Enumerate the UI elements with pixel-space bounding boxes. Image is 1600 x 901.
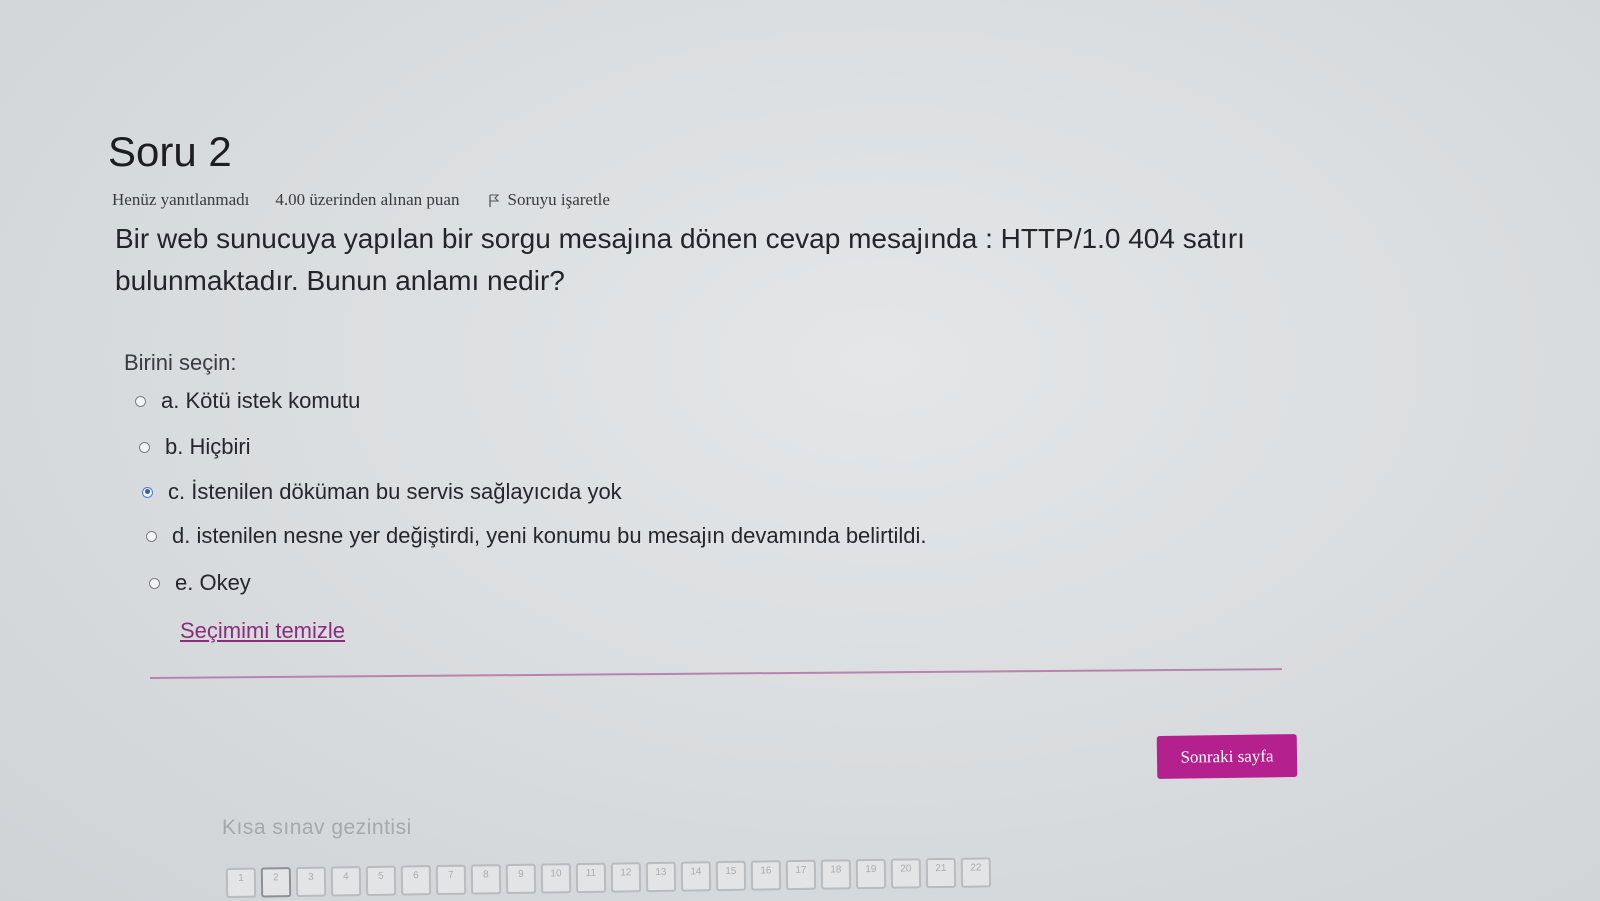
quiz-navigation-grid: 1 2 3 4 5 6 7 8 9 10 11 12 13 14 15 16 17 18 19 20 21 22: [225, 857, 992, 898]
divider: [149, 668, 1282, 679]
quiz-nav-button-17[interactable]: 17: [785, 859, 817, 891]
question-points: 4.00 üzerinden alınan puan: [275, 190, 460, 209]
answer-option-c[interactable]: c. İstenilen döküman bu servis sağlayıcı…: [142, 479, 622, 505]
quiz-nav-button-4[interactable]: 4: [330, 866, 362, 897]
quiz-nav-button-6[interactable]: 6: [400, 865, 432, 896]
answer-option-d[interactable]: d. istenilen nesne yer değiştirdi, yeni …: [146, 523, 927, 549]
radio-button[interactable]: [135, 395, 146, 407]
question-info: Henüz yanıtlanmadı 4.00 üzerinden alınan…: [112, 190, 610, 210]
quiz-nav-button-15[interactable]: 15: [715, 860, 747, 892]
quiz-nav-button-14[interactable]: 14: [680, 861, 712, 892]
quiz-navigation-title: Kısa sınav gezintisi: [222, 816, 412, 839]
flag-question-label: Soruyu işaretle: [507, 190, 610, 209]
clear-selection-link[interactable]: Seçimimi temizle: [180, 618, 345, 644]
quiz-nav-button-5[interactable]: 5: [365, 865, 397, 897]
quiz-nav-button-7[interactable]: 7: [435, 864, 467, 896]
quiz-nav-button-22[interactable]: 22: [960, 857, 992, 888]
quiz-nav-button-20[interactable]: 20: [890, 858, 922, 889]
next-page-button[interactable]: Sonraki sayfa: [1156, 734, 1298, 779]
quiz-nav-button-12[interactable]: 12: [610, 862, 642, 893]
radio-button[interactable]: [146, 530, 157, 542]
radio-button[interactable]: [149, 577, 160, 589]
quiz-nav-button-21[interactable]: 21: [925, 857, 957, 889]
answer-label: e. Okey: [175, 570, 251, 595]
answer-label: d. istenilen nesne yer değiştirdi, yeni …: [172, 523, 927, 548]
quiz-nav-button-3[interactable]: 3: [295, 866, 327, 898]
quiz-nav-button-19[interactable]: 19: [855, 858, 887, 890]
answer-prompt: Birini seçin:: [124, 350, 237, 375]
radio-button[interactable]: [139, 441, 150, 453]
flag-icon: [489, 194, 500, 207]
answer-option-b[interactable]: b. Hiçbiri: [139, 434, 251, 460]
quiz-page: Soru 2 Henüz yanıtlanmadı 4.00 üzerinden…: [0, 0, 1600, 901]
quiz-nav-button-16[interactable]: 16: [750, 860, 782, 891]
answer-label: a. Kötü istek komutu: [161, 388, 361, 413]
radio-button-selected[interactable]: [142, 486, 153, 498]
quiz-nav-button-2[interactable]: 2: [260, 867, 292, 898]
quiz-nav-button-11[interactable]: 11: [575, 862, 607, 894]
answer-option-e[interactable]: e. Okey: [149, 570, 251, 596]
quiz-nav-button-13[interactable]: 13: [645, 861, 677, 893]
answer-option-a[interactable]: a. Kötü istek komutu: [135, 388, 360, 414]
quiz-nav-button-18[interactable]: 18: [820, 859, 852, 890]
quiz-nav-button-8[interactable]: 8: [470, 864, 502, 895]
question-text: Bir web sunucuya yapılan bir sorgu mesaj…: [115, 223, 1245, 296]
answer-label: c. İstenilen döküman bu servis sağlayıcı…: [168, 479, 622, 504]
question-title: Soru 2: [108, 128, 232, 175]
answer-label: b. Hiçbiri: [165, 434, 251, 459]
quiz-nav-button-9[interactable]: 9: [505, 863, 537, 895]
quiz-nav-button-10[interactable]: 10: [540, 863, 572, 894]
quiz-nav-button-1[interactable]: 1: [225, 867, 257, 898]
question-status: Henüz yanıtlanmadı: [112, 190, 250, 209]
flag-question-button[interactable]: Soruyu işaretle: [487, 190, 610, 210]
